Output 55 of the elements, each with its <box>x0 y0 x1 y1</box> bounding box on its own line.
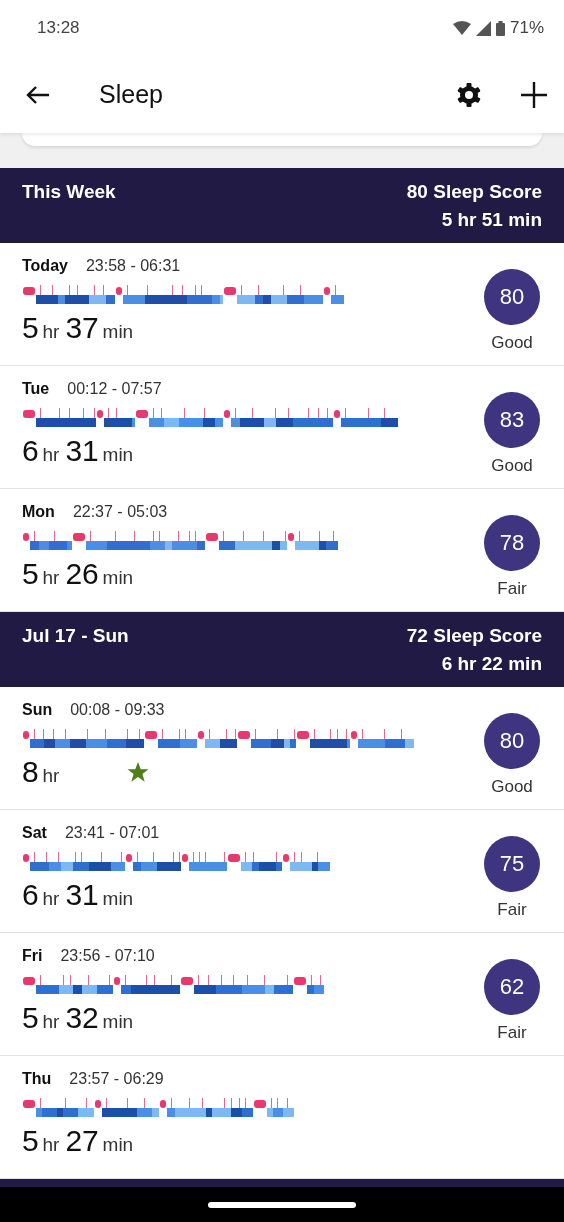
sleep-score-badge: 62 <box>484 959 540 1015</box>
home-indicator[interactable] <box>208 1201 356 1208</box>
week-duration: 5 hr 51 min <box>441 209 542 231</box>
sleep-log-row[interactable]: Sun 00:08 - 09:33 8 hr 80 Good <box>0 687 564 810</box>
week-score: 80 Sleep Score <box>406 181 542 203</box>
time-range: 23:57 - 06:29 <box>69 1070 164 1088</box>
sleep-score-badge: 75 <box>484 836 540 892</box>
add-icon[interactable] <box>520 80 548 109</box>
signal-icon <box>475 20 491 36</box>
sleep-log-row[interactable]: Tue 00:12 - 07:57 6 hr 31 min 83 Good <box>0 366 564 489</box>
sleep-score-badge: 78 <box>484 515 540 571</box>
sleep-duration: 5 hr 32 min <box>22 1001 135 1035</box>
time-range: 00:12 - 07:57 <box>67 380 162 398</box>
sleep-duration: 6 hr 31 min <box>22 434 135 468</box>
wifi-icon <box>452 21 471 35</box>
sleep-duration: 5 hr 26 min <box>22 557 135 591</box>
sleep-duration: 5 hr 37 min <box>22 311 135 345</box>
time-range: 23:56 - 07:10 <box>60 947 155 965</box>
day-label: Thu <box>22 1070 52 1088</box>
time-range: 23:41 - 07:01 <box>64 824 160 842</box>
day-label: Mon <box>22 503 55 521</box>
score-rating: Good <box>491 456 533 476</box>
score-rating: Fair <box>497 900 527 920</box>
time-range: 00:08 - 09:33 <box>70 701 165 719</box>
sleep-log-row[interactable]: Today 23:58 - 06:31 5 hr 37 min 80 Good <box>0 243 564 366</box>
day-label: Sat <box>22 824 47 842</box>
battery-icon <box>495 20 505 36</box>
score-rating: Fair <box>497 1023 527 1043</box>
week-score: 72 Sleep Score <box>406 625 542 647</box>
page-title: Sleep <box>99 80 164 109</box>
time-range: 23:58 - 06:31 <box>85 257 181 275</box>
sleep-score-badge: 80 <box>484 713 540 769</box>
back-arrow-icon[interactable] <box>26 84 50 105</box>
battery-percent: 71% <box>509 18 544 38</box>
day-label: Fri <box>22 947 43 965</box>
day-label: Sun <box>22 701 53 719</box>
score-rating: Good <box>491 333 533 353</box>
sleep-duration: 5 hr 27 min <box>22 1124 135 1158</box>
score-rating: Good <box>491 777 533 797</box>
sleep-log-row[interactable]: Mon 22:37 - 05:03 5 hr 26 min 78 Fair <box>0 489 564 612</box>
sleep-log-row[interactable]: Sat 23:41 - 07:01 6 hr 31 min 75 Fair <box>0 810 564 933</box>
sleep-log-row[interactable]: Fri 23:56 - 07:10 5 hr 32 min 62 Fair <box>0 933 564 1056</box>
week-title: Jul 17 - Sun <box>22 625 129 648</box>
status-time: 13:28 <box>37 18 80 38</box>
sleep-score-badge: 80 <box>484 269 540 325</box>
sleep-duration: 6 hr 31 min <box>22 878 135 912</box>
week-title: This Week <box>22 181 116 204</box>
score-rating: Fair <box>497 579 527 599</box>
time-range: 22:37 - 05:03 <box>72 503 168 521</box>
week-duration: 6 hr 22 min <box>441 653 542 675</box>
day-label: Tue <box>22 380 50 398</box>
day-label: Today <box>22 257 68 275</box>
sleep-score-badge: 83 <box>484 392 540 448</box>
sleep-duration: 8 hr <box>22 755 61 789</box>
settings-icon[interactable] <box>456 81 482 108</box>
